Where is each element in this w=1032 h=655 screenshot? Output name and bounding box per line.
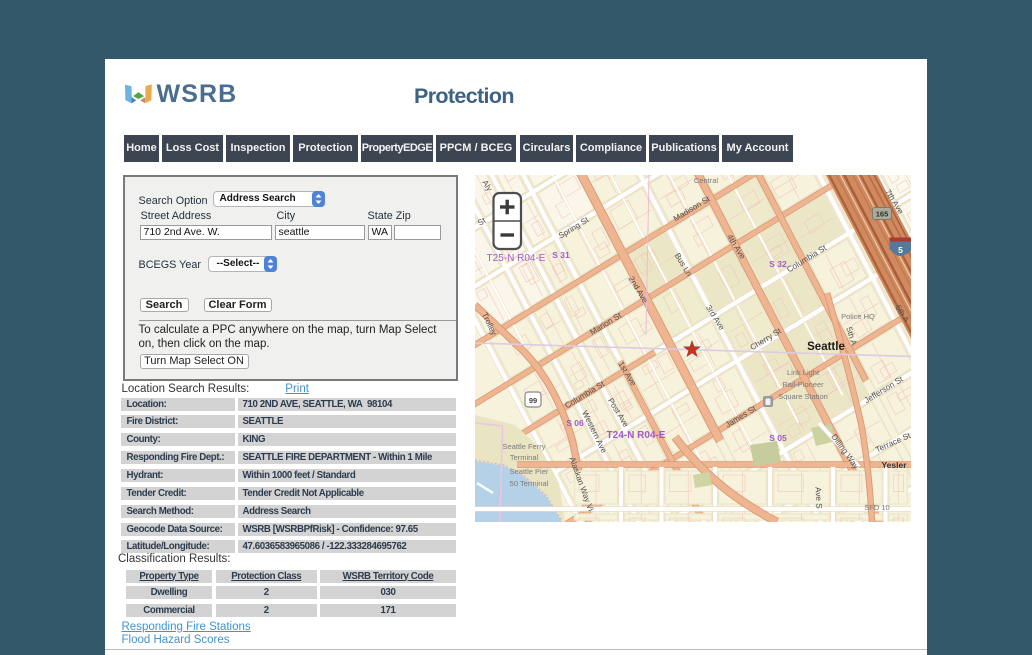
svg-text:Link Light: Link Light — [786, 368, 819, 377]
svg-text:Yesler: Yesler — [881, 460, 907, 470]
svg-text:S 05: S 05 — [769, 433, 787, 443]
svg-text:S 31: S 31 — [552, 250, 570, 260]
svg-text:Square Station: Square Station — [778, 392, 828, 401]
svg-text:99: 99 — [528, 396, 536, 405]
svg-text:Seattle: Seattle — [807, 341, 845, 353]
svg-text:Seattle Pier: Seattle Pier — [509, 467, 548, 476]
svg-text:165: 165 — [875, 210, 888, 219]
svg-text:S 32: S 32 — [769, 259, 787, 269]
svg-text:S 06: S 06 — [566, 418, 584, 428]
svg-text:T25-N R04-E: T25-N R04-E — [486, 253, 545, 264]
svg-text:Terminal: Terminal — [509, 453, 538, 462]
svg-text:T24-N R04-E: T24-N R04-E — [606, 430, 665, 441]
svg-text:Seattle Ferry: Seattle Ferry — [502, 442, 545, 451]
svg-text:Ave S: Ave S — [813, 487, 823, 510]
svg-text:SFD 10: SFD 10 — [864, 503, 889, 512]
svg-text:50 Terminal: 50 Terminal — [509, 479, 548, 488]
svg-text:Police HQ: Police HQ — [841, 312, 875, 321]
svg-text:Central: Central — [693, 176, 718, 185]
svg-text:5: 5 — [898, 245, 903, 255]
svg-text:Rail-Pioneer: Rail-Pioneer — [782, 380, 824, 389]
